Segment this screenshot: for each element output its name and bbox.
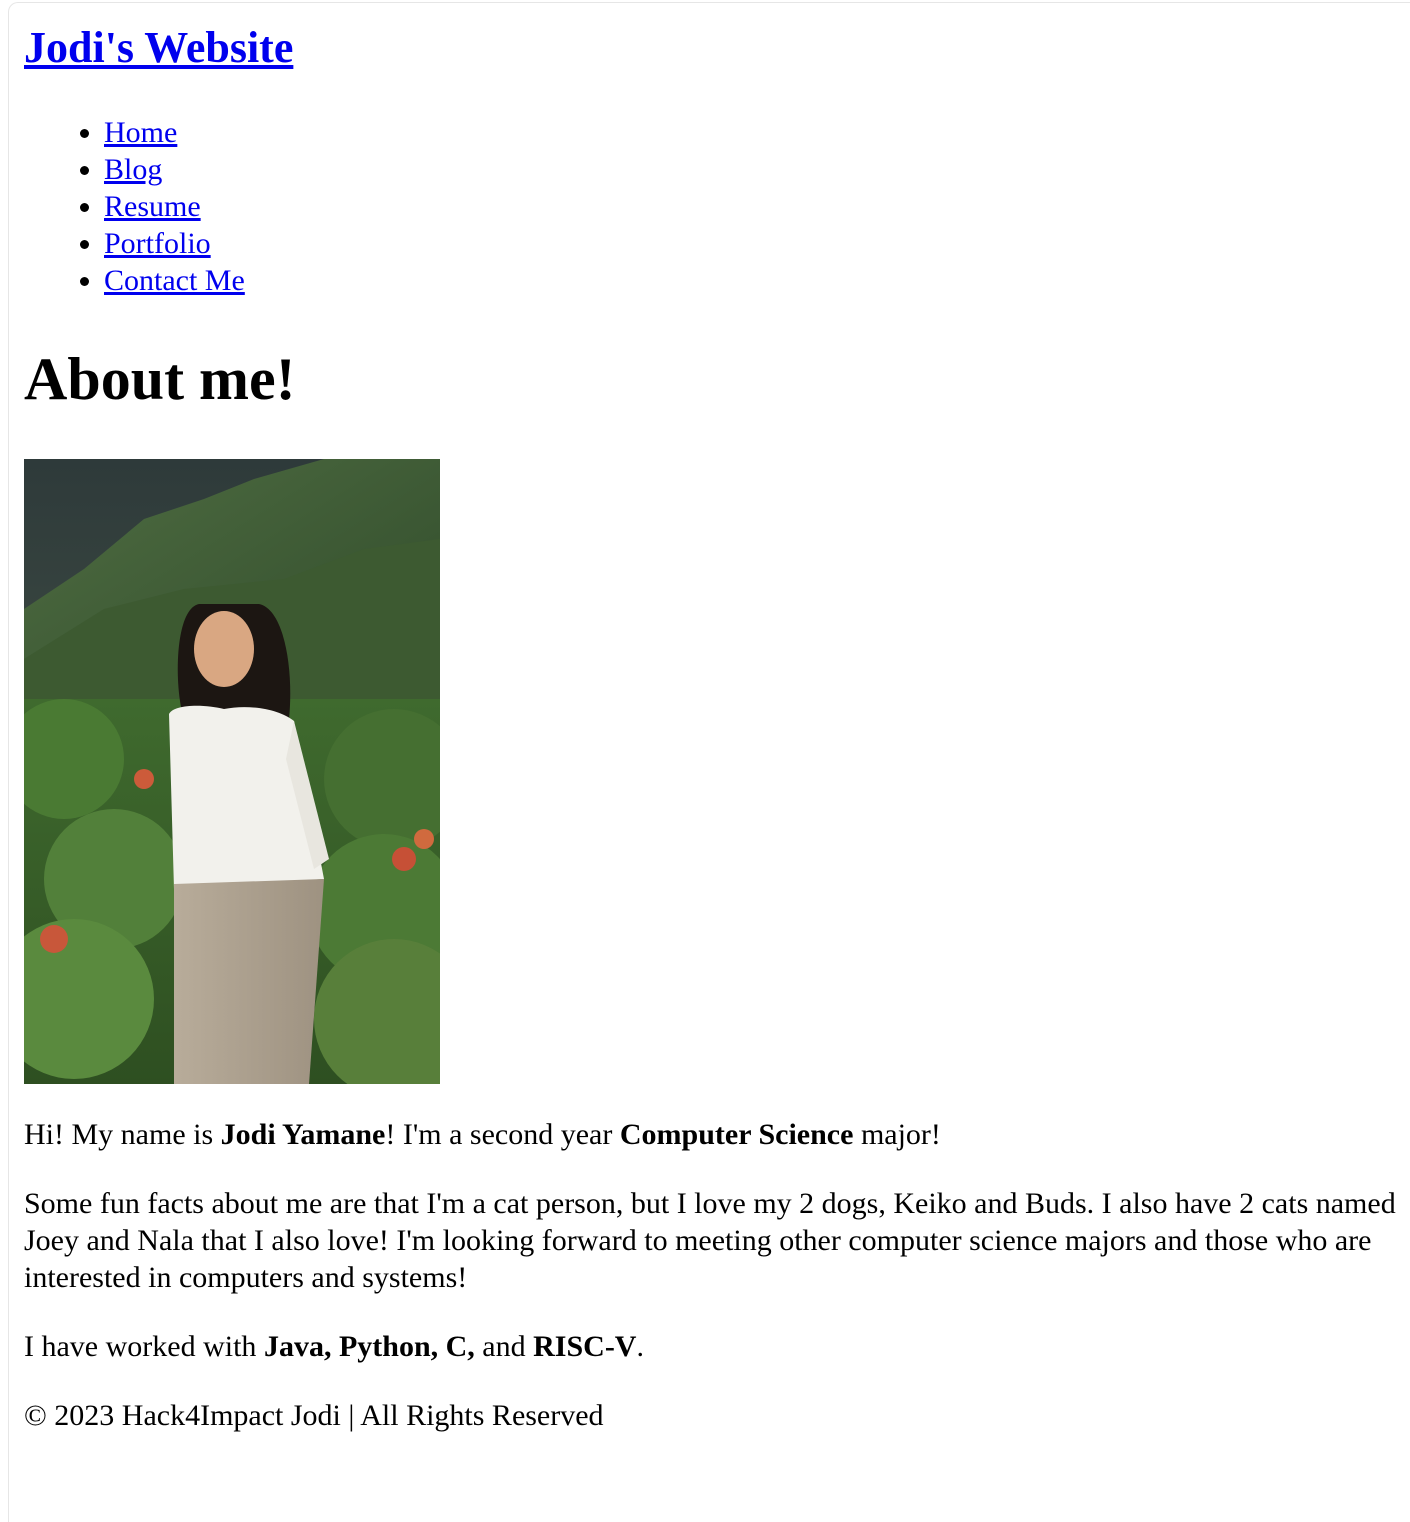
profile-photo: [24, 459, 440, 1084]
nav-item-resume: Resume: [104, 188, 245, 225]
fun-facts-paragraph: Some fun facts about me are that I'm a c…: [24, 1187, 1396, 1294]
skills-text-2: and: [474, 1330, 534, 1363]
nav-link-contact[interactable]: Contact Me: [104, 264, 245, 297]
skills-text-1: I have worked with: [24, 1330, 264, 1363]
intro-text-1: Hi! My name is: [24, 1118, 221, 1151]
nav-link-portfolio[interactable]: Portfolio: [104, 227, 211, 260]
intro-text-2: ! I'm a second year: [385, 1118, 620, 1151]
skills-paragraph: I have worked with Java, Python, C, and …: [24, 1328, 1404, 1365]
intro-paragraph: Hi! My name is Jodi Yamane! I'm a second…: [24, 1116, 1404, 1153]
intro-name: Jodi Yamane: [220, 1118, 386, 1151]
nav-list: Home Blog Resume Portfolio Contact Me: [24, 114, 245, 299]
nav-item-blog: Blog: [104, 151, 245, 188]
nav-link-blog[interactable]: Blog: [104, 153, 162, 186]
nav-link-home[interactable]: Home: [104, 116, 177, 149]
site-title-link[interactable]: Jodi's Website: [24, 23, 293, 72]
skills-languages: Java, Python, C,: [263, 1330, 475, 1363]
about-heading: About me!: [24, 346, 296, 412]
intro-major: Computer Science: [619, 1118, 854, 1151]
site-title: Jodi's Website: [24, 22, 293, 74]
intro-text-3: major!: [853, 1118, 941, 1151]
nav-item-home: Home: [104, 114, 245, 151]
nav-item-contact: Contact Me: [104, 262, 245, 299]
nav-item-portfolio: Portfolio: [104, 225, 245, 262]
skills-last-language: RISC-V: [533, 1330, 637, 1363]
footer-copyright: © 2023 Hack4Impact Jodi | All Rights Res…: [24, 1399, 604, 1432]
skills-text-3: .: [636, 1330, 644, 1363]
nav-link-resume[interactable]: Resume: [104, 190, 201, 223]
